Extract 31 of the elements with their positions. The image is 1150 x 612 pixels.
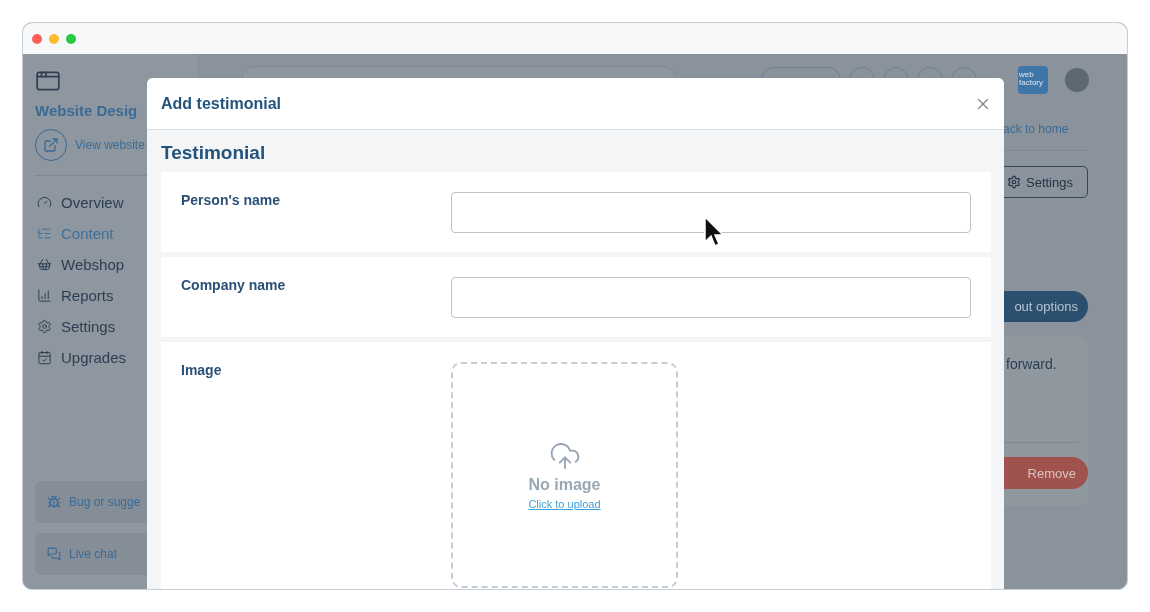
cursor-icon — [704, 216, 724, 248]
input-field[interactable] — [451, 277, 971, 318]
close-dot[interactable] — [32, 33, 42, 44]
nav-icon — [37, 288, 52, 303]
image-dropzone[interactable]: No image Click to upload — [451, 362, 678, 588]
view-website-link[interactable]: View website — [75, 138, 145, 152]
settings-icon — [1007, 175, 1021, 189]
field-label: Company name — [181, 277, 287, 295]
cloud-upload-icon — [548, 440, 581, 472]
upload-link[interactable]: Click to upload — [528, 498, 601, 510]
bug-icon — [47, 495, 61, 509]
nav-item[interactable]: Settings — [35, 318, 186, 335]
field-label: Person's name — [181, 192, 282, 210]
card-text: forward. — [1005, 356, 1057, 372]
empty-text: No image — [528, 476, 601, 494]
nav-icon — [37, 350, 52, 365]
input-field[interactable] — [451, 192, 971, 233]
nav-icon — [37, 195, 52, 210]
avatar[interactable] — [1065, 68, 1089, 92]
maximize-dot[interactable] — [66, 33, 76, 44]
section-title: Testimonial — [161, 142, 267, 164]
nav-icon — [37, 226, 52, 241]
logo: web factory — [1018, 66, 1048, 94]
nav-icon — [37, 319, 52, 334]
nav-item[interactable]: Webshop — [35, 256, 186, 273]
minimize-dot[interactable] — [49, 33, 59, 44]
modal-title: Add testimonial — [161, 94, 281, 113]
back-link[interactable]: ack to home — [1000, 122, 1069, 136]
nav-item[interactable]: Content — [35, 225, 186, 242]
chat-icon — [47, 547, 61, 561]
nav-icon — [37, 257, 52, 272]
